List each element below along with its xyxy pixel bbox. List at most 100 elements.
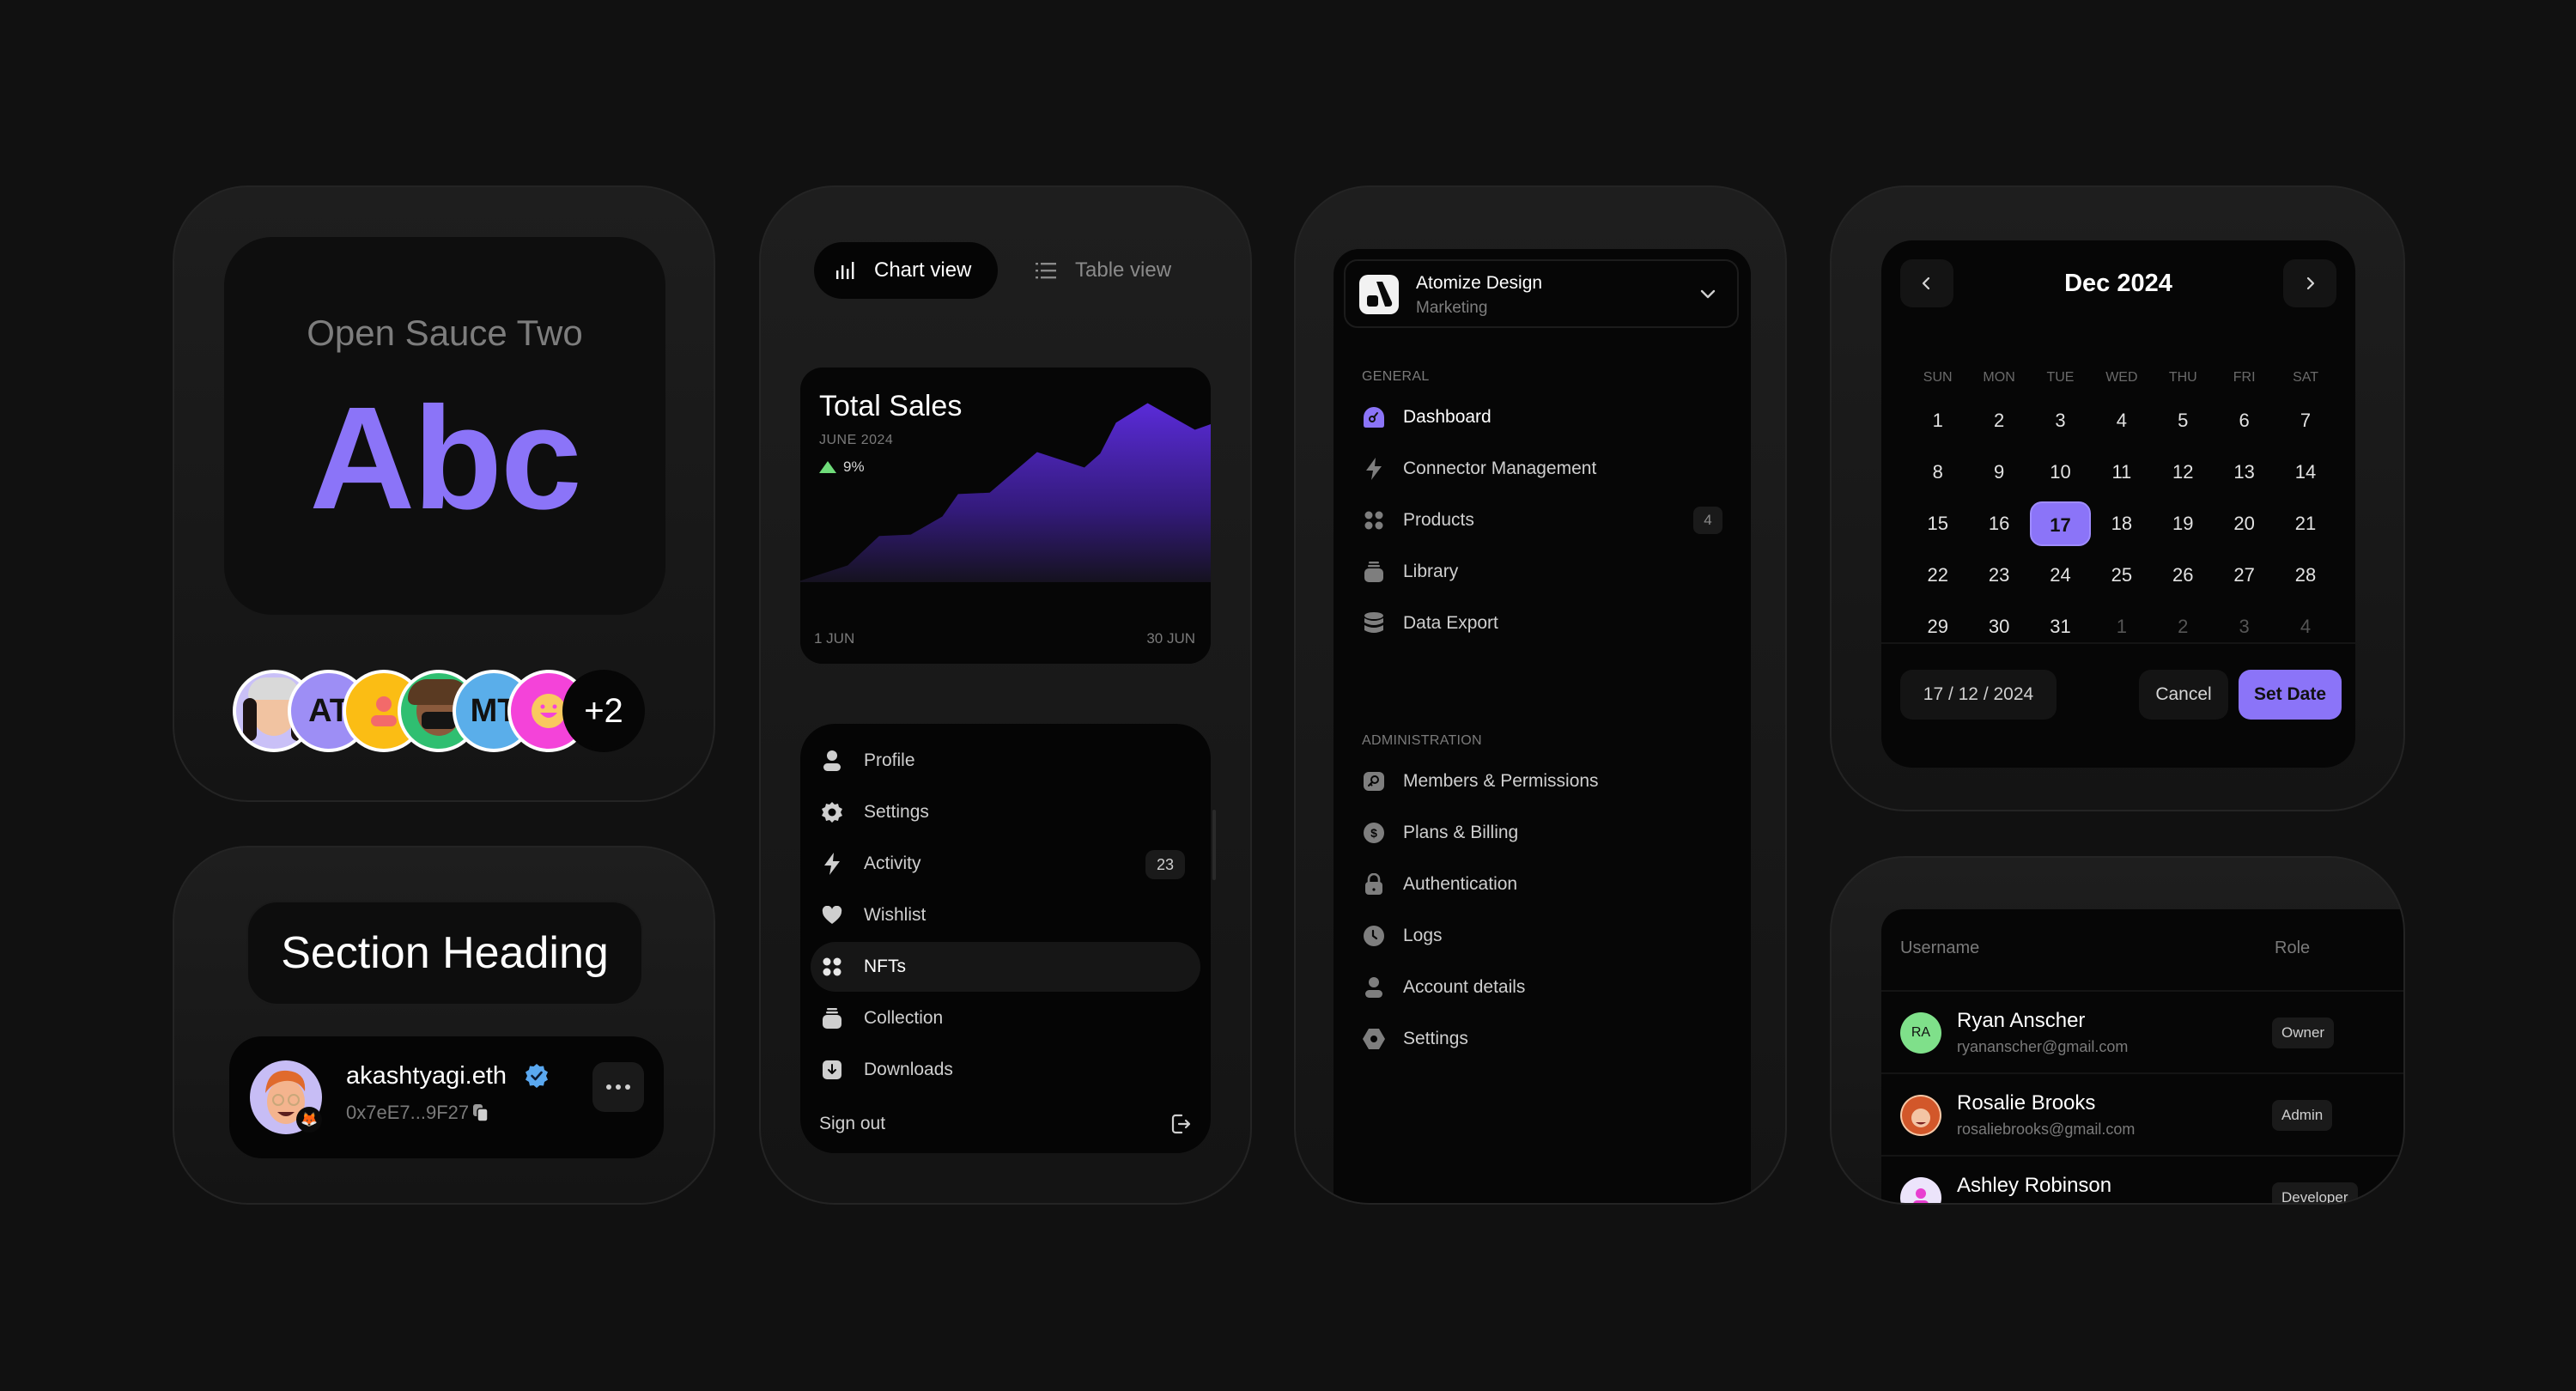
sidebar-item-members-permissions[interactable]: Members & Permissions xyxy=(1362,762,1722,800)
calendar-day[interactable]: 28 xyxy=(2275,553,2336,598)
calendar-day[interactable]: 14 xyxy=(2275,450,2336,495)
sidebar-item-label: Connector Management xyxy=(1403,459,1597,478)
calendar-day[interactable]: 24 xyxy=(2030,553,2091,598)
calendar-day[interactable]: 21 xyxy=(2275,501,2336,546)
scrollbar[interactable] xyxy=(1212,810,1216,880)
menu-item-activity[interactable]: Activity 23 xyxy=(811,839,1200,889)
sidebar-item-settings[interactable]: Settings xyxy=(1362,1020,1722,1058)
calendar-day[interactable]: 5 xyxy=(2153,398,2214,443)
menu-item-downloads[interactable]: Downloads xyxy=(811,1045,1200,1095)
sidebar-item-account-details[interactable]: Account details xyxy=(1362,969,1722,1006)
dot xyxy=(606,1084,611,1090)
calendar-day[interactable]: 20 xyxy=(2214,501,2275,546)
menu-item-label: NFTs xyxy=(864,957,906,976)
logout-icon xyxy=(1171,1114,1191,1134)
weekday-label: THU xyxy=(2168,370,2197,385)
calendar-day[interactable]: 7 xyxy=(2275,398,2336,443)
database-icon xyxy=(1362,611,1386,635)
calendar-day[interactable]: 10 xyxy=(2030,450,2091,495)
menu-item-profile[interactable]: Profile xyxy=(811,736,1200,786)
role-badge: Developer xyxy=(2272,1182,2358,1203)
column-header-role[interactable]: Role xyxy=(2275,938,2310,958)
calendar-day[interactable]: 13 xyxy=(2214,450,2275,495)
calendar-day[interactable]: 3 xyxy=(2030,398,2091,443)
sidebar-item-connector-management[interactable]: Connector Management xyxy=(1362,450,1722,488)
sidebar-item-dashboard[interactable]: Dashboard xyxy=(1362,398,1722,436)
sidebar-item-data-export[interactable]: Data Export xyxy=(1362,604,1722,642)
user-icon xyxy=(1362,975,1386,999)
avatar-overflow-count[interactable]: +2 xyxy=(562,670,645,752)
weekday-label: WED xyxy=(2105,370,2138,385)
count-badge: 23 xyxy=(1145,850,1185,879)
avatar xyxy=(1900,1177,1941,1203)
sidebar-item-authentication[interactable]: Authentication xyxy=(1362,866,1722,903)
role-badge: Admin xyxy=(2272,1100,2333,1131)
calendar-day[interactable]: 11 xyxy=(2091,450,2152,495)
calendar-day[interactable]: 4 xyxy=(2091,398,2152,443)
avatar[interactable]: 🦊 xyxy=(250,1060,322,1134)
sidebar-item-label: Settings xyxy=(1403,1029,1468,1048)
set-date-button[interactable]: Set Date xyxy=(2239,670,2342,720)
calendar-day[interactable]: 8 xyxy=(1907,450,1968,495)
lock-icon xyxy=(1362,872,1386,896)
calendar-day[interactable]: 18 xyxy=(2091,501,2152,546)
sidebar-item-library[interactable]: Library xyxy=(1362,553,1722,591)
calendar-week: 22 23 24 25 26 27 28 xyxy=(1907,550,2336,601)
workspace-switcher[interactable]: Atomize Design Marketing xyxy=(1344,259,1739,328)
clock-icon xyxy=(1362,924,1386,948)
sidebar-item-logs[interactable]: Logs xyxy=(1362,917,1722,955)
calendar-week: 15 16 17 18 19 20 21 xyxy=(1907,498,2336,550)
tab-chart-view[interactable]: Chart view xyxy=(814,242,998,299)
menu-item-label: Downloads xyxy=(864,1060,953,1079)
calendar-day[interactable]: 19 xyxy=(2153,501,2214,546)
menu-item-settings[interactable]: Settings xyxy=(811,787,1200,837)
date-input[interactable]: 17 / 12 / 2024 xyxy=(1900,670,2057,720)
sign-out-button[interactable]: Sign out xyxy=(819,1107,1192,1141)
menu-item-nfts[interactable]: NFTs xyxy=(811,942,1200,992)
menu-item-wishlist[interactable]: Wishlist xyxy=(811,890,1200,940)
calendar-day[interactable]: 26 xyxy=(2153,553,2214,598)
cancel-button[interactable]: Cancel xyxy=(2139,670,2228,720)
calendar-day[interactable]: 2 xyxy=(1968,398,2029,443)
next-month-button[interactable] xyxy=(2283,259,2336,307)
calendar-day[interactable]: 23 xyxy=(1968,553,2029,598)
weekday-label: MON xyxy=(1983,370,2015,385)
table-row[interactable]: Ashley Robinson ashleyrobinson@gmail.com… xyxy=(1881,1155,2403,1203)
font-name: Open Sauce Two xyxy=(307,313,583,353)
users-table: Username Role RA Ryan Anscher ryanansche… xyxy=(1881,909,2403,1203)
lightning-icon xyxy=(1362,457,1386,481)
more-options-button[interactable] xyxy=(592,1062,644,1112)
tab-table-view[interactable]: Table view xyxy=(1015,242,1195,299)
sidebar-item-plans-billing[interactable]: $ Plans & Billing xyxy=(1362,814,1722,852)
download-icon xyxy=(821,1059,843,1081)
calendar-day[interactable]: 12 xyxy=(2153,450,2214,495)
sidebar-item-label: Products xyxy=(1403,510,1474,530)
grid-dots-icon xyxy=(821,956,843,978)
chevron-right-icon xyxy=(2306,276,2315,290)
calendar-day-selected[interactable]: 17 xyxy=(2029,501,2092,546)
workspace-team: Marketing xyxy=(1416,299,1488,317)
sidebar-item-products[interactable]: Products 4 xyxy=(1362,501,1722,539)
column-header-username[interactable]: Username xyxy=(1900,938,1979,958)
calendar-day[interactable]: 1 xyxy=(1907,398,1968,443)
calendar-day[interactable]: 16 xyxy=(1968,501,2029,546)
calendar-day[interactable]: 27 xyxy=(2214,553,2275,598)
calendar-day[interactable]: 9 xyxy=(1968,450,2029,495)
copy-icon[interactable] xyxy=(472,1103,489,1122)
calendar-day[interactable]: 6 xyxy=(2214,398,2275,443)
table-row[interactable]: RA Ryan Anscher ryananscher@gmail.com Ow… xyxy=(1881,990,2403,1072)
hex-gear-icon xyxy=(1362,1027,1386,1051)
lightning-icon xyxy=(821,853,843,875)
calendar-day[interactable]: 22 xyxy=(1907,553,1968,598)
sidebar-item-label: Members & Permissions xyxy=(1403,771,1599,791)
grid-dots-icon xyxy=(1362,508,1386,532)
calendar-grid: SUN MON TUE WED THU FRI SAT 1 2 3 4 5 6 7 8 9 10 11 12 13 14… xyxy=(1907,361,2336,653)
gear-icon xyxy=(821,801,843,823)
menu-item-collection[interactable]: Collection xyxy=(811,993,1200,1043)
table-row[interactable]: Rosalie Brooks rosaliebrooks@gmail.com A… xyxy=(1881,1072,2403,1155)
avatar: RA xyxy=(1900,1012,1941,1054)
calendar-day[interactable]: 15 xyxy=(1907,501,1968,546)
menu-item-label: Settings xyxy=(864,802,929,822)
calendar-day[interactable]: 25 xyxy=(2091,553,2152,598)
avatar-initials: RA xyxy=(1911,1025,1931,1040)
